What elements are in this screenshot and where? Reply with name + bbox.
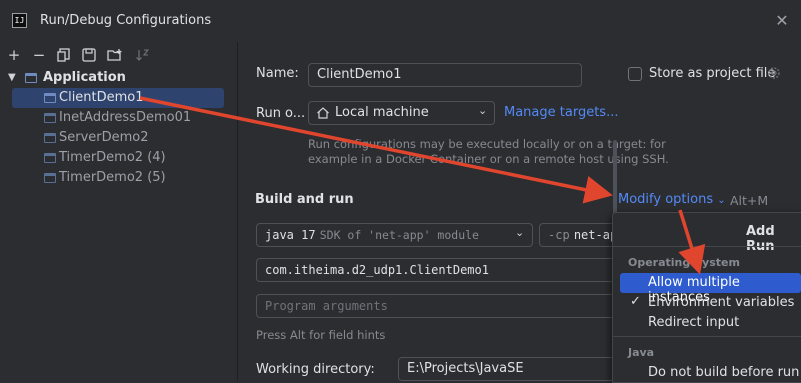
window-title: Run/Debug Configurations <box>40 13 212 28</box>
jdk-description: SDK of 'net-app' module <box>319 228 479 242</box>
new-folder-icon[interactable] <box>106 46 124 64</box>
menu-item-do-not-build[interactable]: Do not build before run <box>648 365 799 380</box>
store-as-project-checkbox[interactable] <box>628 67 642 81</box>
save-icon[interactable] <box>80 46 98 64</box>
popup-section-os: Operating System <box>628 256 740 269</box>
tree-item-label: InetAddressDemo01 <box>59 110 192 125</box>
modify-options-label: Modify options <box>618 192 714 207</box>
menu-item-redirect-input[interactable]: Redirect input <box>648 315 739 330</box>
tree-group-application[interactable]: ▼ Application <box>0 68 237 88</box>
chevron-down-icon: ⌄ <box>515 226 525 239</box>
program-arguments-field[interactable]: Program arguments <box>256 294 618 318</box>
check-icon: ✓ <box>630 294 641 309</box>
tree-item[interactable]: TimerDemo2 (5) <box>0 168 237 188</box>
application-config-icon <box>44 133 56 143</box>
tree-item[interactable]: TimerDemo2 (4) <box>0 148 237 168</box>
application-config-icon <box>44 153 56 163</box>
tree-item-label: TimerDemo2 (5) <box>59 170 166 185</box>
chevron-down-icon[interactable]: ▼ <box>8 68 16 88</box>
tree-item-label: ClientDemo1 <box>59 90 144 105</box>
tree-item-label: TimerDemo2 (4) <box>59 150 166 165</box>
sort-icon[interactable] <box>133 46 151 64</box>
app-logo-icon: IJ <box>12 13 27 28</box>
application-config-icon <box>44 173 56 183</box>
tree-group-label: Application <box>43 70 126 85</box>
working-directory-field[interactable]: E:\Projects\JavaSE <box>398 357 618 381</box>
gear-icon[interactable] <box>766 65 782 81</box>
chevron-down-icon: ⌄ <box>717 195 726 206</box>
tree-item[interactable]: ClientDemo1 <box>0 88 237 108</box>
run-on-select[interactable]: Local machine <box>308 101 495 125</box>
application-config-icon <box>44 113 56 123</box>
add-icon[interactable]: + <box>5 46 23 64</box>
tree-item[interactable]: InetAddressDemo01 <box>0 108 237 128</box>
classpath-select[interactable]: -cp net-ap <box>539 223 619 247</box>
home-icon <box>316 106 330 120</box>
application-config-icon <box>44 93 56 103</box>
name-label: Name: <box>256 66 299 81</box>
name-field[interactable]: ClientDemo1 <box>308 63 582 87</box>
field-hint-text: Press Alt for field hints <box>256 328 386 342</box>
main-class-field[interactable]: com.itheima.d2_udp1.ClientDemo1 <box>256 258 618 282</box>
close-icon[interactable]: ✕ <box>773 12 791 30</box>
chevron-down-icon: ⌄ <box>478 104 488 117</box>
modify-options-link[interactable]: Modify options ⌄ <box>618 192 726 207</box>
copy-icon[interactable] <box>55 46 73 64</box>
jdk-select[interactable]: java 17 SDK of 'net-app' module <box>256 223 533 247</box>
classpath-value: net-ap <box>573 228 618 242</box>
jdk-version: java 17 <box>265 228 316 242</box>
tree-item[interactable]: ServerDemo2 <box>0 128 237 148</box>
classpath-prefix: -cp <box>548 228 570 242</box>
store-as-project-label: Store as project file <box>649 66 776 81</box>
manage-targets-link[interactable]: Manage targets... <box>504 105 618 120</box>
build-and-run-heading: Build and run <box>255 192 354 207</box>
modify-options-shortcut: Alt+M <box>730 193 769 208</box>
popup-divider <box>613 246 801 247</box>
remove-icon[interactable]: − <box>30 46 48 64</box>
tree-item-label: ServerDemo2 <box>59 130 149 145</box>
popup-divider <box>613 336 801 337</box>
popup-title: Add Run <box>746 224 775 254</box>
run-on-value: Local machine <box>335 105 429 120</box>
working-directory-label: Working directory: <box>256 362 375 377</box>
run-on-label: Run o... <box>256 106 306 121</box>
menu-item-environment-variables[interactable]: Environment variables <box>648 295 794 310</box>
application-icon <box>25 73 37 83</box>
popup-section-java: Java <box>628 346 655 359</box>
